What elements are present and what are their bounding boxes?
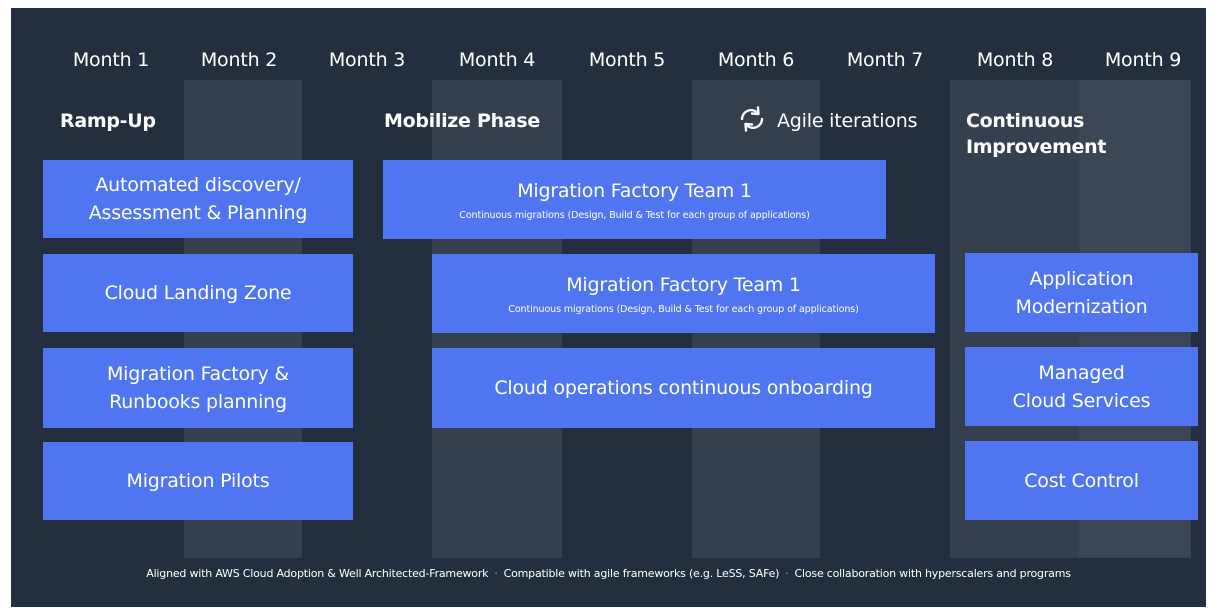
- migration-factory-team-title-1: Migration Factory Team 1: [517, 179, 752, 202]
- cost-control-box: Cost Control: [965, 441, 1198, 520]
- migration-factory-team-box-2: Migration Factory Team 1 Continuous migr…: [432, 254, 935, 333]
- agile-iterations-label: Agile iterations: [737, 105, 918, 137]
- month-label-8: Month 8: [976, 49, 1054, 71]
- application-modernization-title: Application Modernization: [1015, 267, 1148, 318]
- managed-cloud-services-box: Managed Cloud Services: [965, 347, 1198, 426]
- month-label-5: Month 5: [588, 49, 666, 71]
- migration-factory-team-box-1: Migration Factory Team 1 Continuous migr…: [383, 160, 886, 239]
- cycle-arrows-icon: [737, 105, 767, 137]
- migration-pilots-box: Migration Pilots: [43, 442, 353, 520]
- footer-separator-2: ·: [785, 567, 789, 580]
- footer-item-collaboration: Close collaboration with hyperscalers an…: [794, 567, 1071, 580]
- month-label-3: Month 3: [328, 49, 406, 71]
- roadmap-slide: Month 1 Month 2 Month 3 Month 4 Month 5 …: [11, 8, 1206, 607]
- continuous-improvement-label: Continuous Improvement: [966, 110, 1107, 158]
- footer-notes: Aligned with AWS Cloud Adoption & Well A…: [11, 564, 1206, 584]
- month-label-1: Month 1: [72, 49, 150, 71]
- cloud-operations-box: Cloud operations continuous onboarding: [432, 348, 935, 428]
- footer-separator-1: ·: [494, 567, 498, 580]
- application-modernization-box: Application Modernization: [965, 253, 1198, 332]
- month-label-2: Month 2: [200, 49, 278, 71]
- migration-pilots-title: Migration Pilots: [126, 470, 270, 492]
- migration-factory-team-subtitle-2: Continuous migrations (Design, Build & T…: [508, 303, 859, 315]
- migration-factory-team-subtitle-1: Continuous migrations (Design, Build & T…: [459, 209, 810, 221]
- ramp-up-label: Ramp-Up: [60, 110, 156, 132]
- migration-factory-runbooks-box: Migration Factory & Runbooks planning: [43, 348, 353, 428]
- migration-factory-runbooks-title: Migration Factory & Runbooks planning: [106, 363, 290, 413]
- footer-item-aws-framework: Aligned with AWS Cloud Adoption & Well A…: [146, 567, 489, 580]
- month-label-9: Month 9: [1104, 49, 1182, 71]
- cloud-landing-zone-box: Cloud Landing Zone: [43, 254, 353, 332]
- mobilize-phase-label: Mobilize Phase: [384, 110, 540, 132]
- automated-discovery-title: Automated discovery/ Assessment & Planni…: [88, 174, 308, 224]
- cloud-landing-zone-title: Cloud Landing Zone: [104, 282, 292, 304]
- managed-cloud-services-title: Managed Cloud Services: [1012, 361, 1151, 412]
- cloud-operations-title: Cloud operations continuous onboarding: [494, 377, 873, 399]
- month-label-4: Month 4: [458, 49, 536, 71]
- month-label-7: Month 7: [846, 49, 924, 71]
- cost-control-title: Cost Control: [1024, 469, 1139, 492]
- month-label-6: Month 6: [717, 49, 795, 71]
- automated-discovery-box: Automated discovery/ Assessment & Planni…: [43, 160, 353, 238]
- footer-item-agile-frameworks: Compatible with agile frameworks (e.g. L…: [503, 567, 780, 580]
- agile-iterations-text: Agile iterations: [777, 110, 918, 132]
- migration-factory-team-title-2: Migration Factory Team 1: [566, 273, 801, 296]
